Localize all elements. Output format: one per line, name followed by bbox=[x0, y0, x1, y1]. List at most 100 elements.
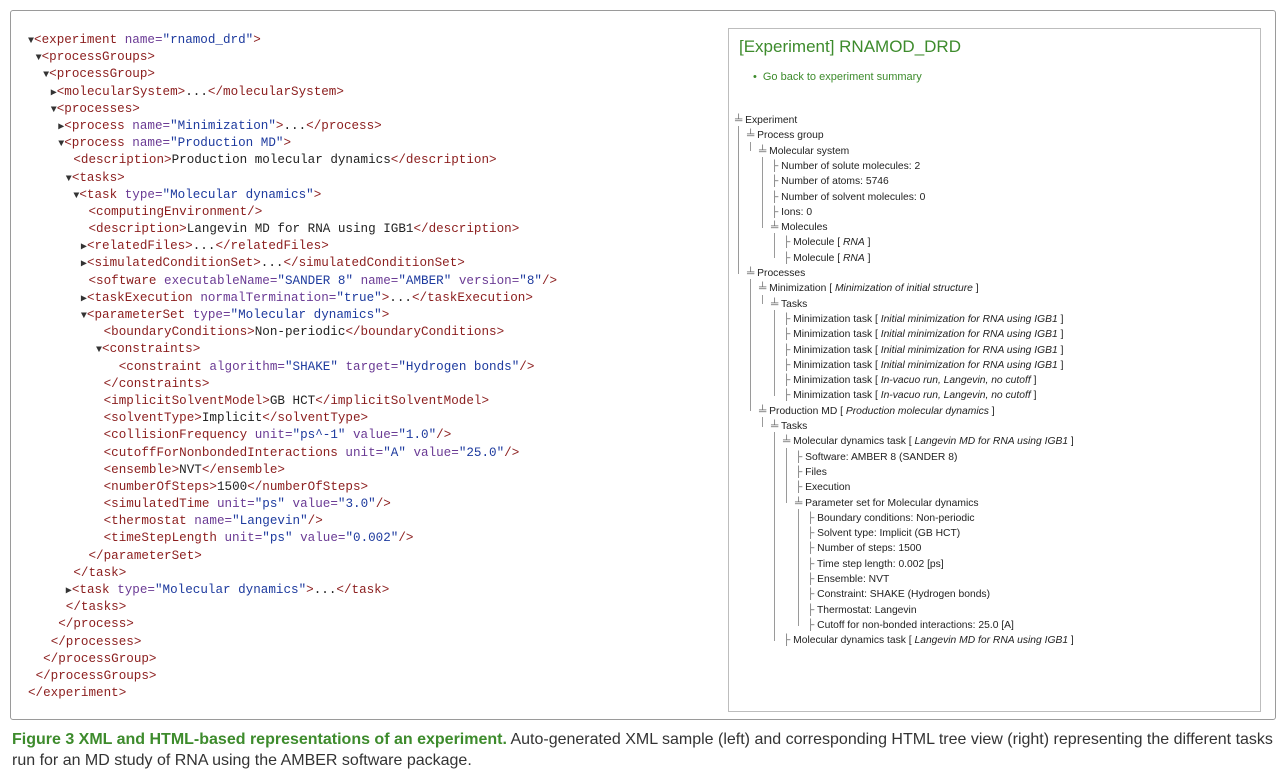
xml-line: <simulatedTime unit="ps" value="3.0"/> bbox=[28, 496, 708, 513]
xml-token: "true" bbox=[336, 290, 382, 305]
xml-token: "Langevin" bbox=[232, 514, 308, 529]
xml-token: type= bbox=[124, 187, 163, 202]
tree-node-label: Constraint: SHAKE (Hydrogen bonds) bbox=[817, 589, 990, 601]
xml-line: ▼<tasks> bbox=[28, 170, 708, 187]
xml-token: </process> bbox=[306, 118, 382, 133]
xml-line: <implicitSolventModel>GB HCT</implicitSo… bbox=[28, 393, 708, 410]
xml-token: <simulatedTime bbox=[103, 497, 217, 512]
xml-token: </ensemble> bbox=[201, 462, 285, 477]
xml-line: <boundaryConditions>Non-periodic</bounda… bbox=[28, 324, 708, 341]
xml-token: <timeStepLength bbox=[103, 531, 225, 546]
expanded-node-icon[interactable]: ╧ bbox=[771, 421, 781, 432]
back-link[interactable]: Go back to experiment summary bbox=[763, 71, 922, 83]
tree-node-description: Minimization of initial structure bbox=[834, 283, 973, 295]
tree-node-label: Minimization [ bbox=[769, 283, 835, 295]
expanded-node-icon[interactable]: ╧ bbox=[759, 283, 769, 294]
leaf-connector-icon: ├ bbox=[771, 160, 782, 172]
tree-node-expandable[interactable]: ╧ Parameter set for Molecular dynamics bbox=[795, 496, 979, 511]
xml-line: </tasks> bbox=[28, 599, 708, 616]
back-link-item[interactable]: • Go back to experiment summary bbox=[753, 71, 922, 83]
leaf-connector-icon: ├ bbox=[783, 390, 794, 402]
xml-token: </molecularSystem> bbox=[207, 84, 344, 99]
xml-token: <constraints> bbox=[102, 342, 201, 357]
expanded-node-icon[interactable]: ╧ bbox=[747, 268, 757, 279]
expanded-node-icon[interactable]: ╧ bbox=[795, 498, 805, 509]
tree-node-description: Production molecular dynamics bbox=[845, 405, 989, 417]
leaf-connector-icon: ├ bbox=[783, 313, 794, 325]
expanded-node-icon[interactable]: ╧ bbox=[771, 299, 781, 310]
tree-node-expandable[interactable]: ╧ Production MD [ Production molecular d… bbox=[759, 404, 995, 419]
xml-token: > bbox=[253, 33, 261, 47]
xml-token: NVT bbox=[179, 462, 202, 477]
xml-token: <simulatedConditionSet> bbox=[86, 256, 261, 271]
xml-token: </experiment> bbox=[28, 686, 127, 701]
tree-node-expandable[interactable]: ╧ Molecular system bbox=[759, 144, 849, 159]
tree-node-expandable[interactable]: ╧ Tasks bbox=[771, 419, 807, 434]
expanded-node-icon[interactable]: ╧ bbox=[735, 115, 745, 126]
expanded-node-icon[interactable]: ╧ bbox=[759, 406, 769, 417]
tree-node-expandable[interactable]: ╧ Processes bbox=[747, 266, 805, 281]
tree-node-suffix: ] bbox=[972, 283, 979, 295]
xml-token: <molecularSystem> bbox=[56, 84, 186, 99]
xml-token: 1500 bbox=[216, 479, 248, 494]
xml-line: </constraints> bbox=[28, 376, 708, 393]
xml-token: > bbox=[283, 136, 292, 151]
xml-token: </processGroups> bbox=[35, 668, 157, 683]
tree-node-description: In-vacuo run, Langevin, no cutoff bbox=[880, 375, 1031, 387]
tree-node-description: Initial minimization for RNA using IGB1 bbox=[880, 359, 1058, 371]
leaf-connector-icon: ├ bbox=[807, 619, 818, 631]
xml-token: </implicitSolventModel> bbox=[315, 393, 490, 408]
tree-node-label: Process group bbox=[757, 130, 824, 142]
tree-node-expandable[interactable]: ╧ Tasks bbox=[771, 297, 807, 312]
xml-token: /> bbox=[398, 531, 414, 546]
tree-node-label: Ensemble: NVT bbox=[817, 574, 890, 585]
tree-node-expandable[interactable]: ╧ Minimization [ Minimization of initial… bbox=[759, 281, 979, 296]
xml-line: <description>Production molecular dynami… bbox=[28, 152, 708, 169]
tree-node-expandable[interactable]: ╧ Experiment bbox=[735, 113, 797, 128]
xml-token: ... bbox=[313, 583, 337, 597]
xml-line: </processes> bbox=[28, 634, 708, 651]
xml-token: </taskExecution> bbox=[411, 290, 533, 305]
tree-node-suffix: ] bbox=[988, 405, 995, 417]
xml-line: <ensemble>NVT</ensemble> bbox=[28, 462, 708, 479]
tree-node-label: Minimization task [ bbox=[793, 390, 881, 402]
tree-node: ├ Thermostat: Langevin bbox=[807, 603, 917, 618]
tree-guide-line bbox=[750, 141, 751, 152]
tree-node-label: Minimization task [ bbox=[793, 344, 881, 356]
tree-node: ├ Time step length: 0.002 [ps] bbox=[807, 557, 944, 572]
tree-node-suffix: ] bbox=[1057, 313, 1064, 325]
xml-line: </experiment> bbox=[28, 685, 708, 702]
tree-node: ├ Files bbox=[795, 465, 827, 480]
expanded-node-icon[interactable]: ╧ bbox=[771, 222, 781, 233]
xml-token: "Hydrogen bonds" bbox=[398, 359, 520, 374]
tree-guide-line bbox=[798, 508, 799, 626]
tree-node: ├ Molecule [ RNA ] bbox=[783, 235, 870, 250]
leaf-connector-icon: ├ bbox=[783, 635, 794, 647]
tree-guide-line bbox=[786, 447, 787, 504]
xml-line: ▼<constraints> bbox=[28, 341, 708, 358]
xml-token: <tasks> bbox=[71, 170, 125, 185]
tree-node: ├ Minimization task [ Initial minimizati… bbox=[783, 358, 1063, 373]
xml-token: /> bbox=[541, 273, 558, 288]
xml-line: </processGroups> bbox=[28, 668, 708, 685]
leaf-connector-icon: ├ bbox=[795, 466, 806, 478]
tree-node-label: Minimization task [ bbox=[793, 359, 881, 371]
xml-line: <constraint algorithm="SHAKE" target="Hy… bbox=[28, 359, 708, 376]
leaf-connector-icon: ├ bbox=[783, 252, 794, 264]
tree-node-label: Molecules bbox=[781, 222, 828, 234]
leaf-connector-icon: ├ bbox=[783, 359, 794, 371]
tree-node-expandable[interactable]: ╧ Molecular dynamics task [ Langevin MD … bbox=[783, 434, 1074, 449]
tree-node-expandable[interactable]: ╧ Process group bbox=[747, 128, 824, 143]
expanded-node-icon[interactable]: ╧ bbox=[747, 130, 757, 141]
tree-node-label: Time step length: 0.002 [ps] bbox=[816, 558, 944, 570]
xml-token: /> bbox=[375, 497, 391, 512]
xml-line: ▼<processGroups> bbox=[28, 49, 708, 66]
tree-node-expandable[interactable]: ╧ Molecules bbox=[771, 220, 828, 235]
xml-token: ... bbox=[260, 256, 284, 271]
xml-token: unit= bbox=[345, 445, 384, 460]
tree-node-label: Tasks bbox=[780, 421, 808, 432]
expanded-node-icon[interactable]: ╧ bbox=[783, 436, 793, 447]
expanded-node-icon[interactable]: ╧ bbox=[759, 146, 769, 157]
xml-line: <numberOfSteps>1500</numberOfSteps> bbox=[28, 479, 708, 496]
tree-node-label: Ions: 0 bbox=[781, 206, 813, 218]
